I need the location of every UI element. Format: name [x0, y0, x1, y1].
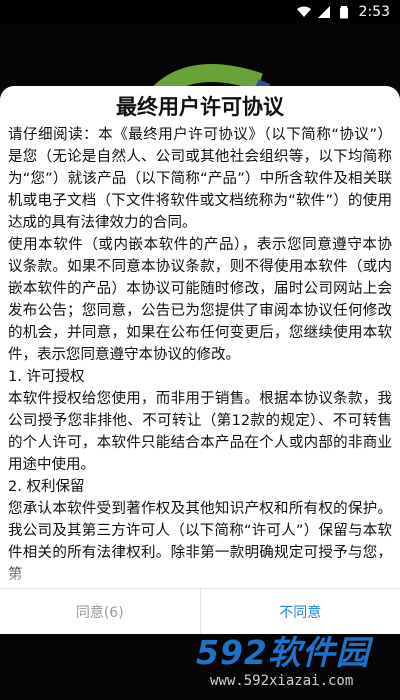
license-section-heading: 2. 权利保留 — [8, 479, 85, 495]
watermark-url: www.592xiazai.com — [210, 673, 354, 689]
license-text[interactable]: 请仔细阅读：本《最终用户许可协议》（以下简称“协议”）是您（无论是自然人、公司或… — [8, 124, 392, 592]
dialog-title: 最终用户许可协议 — [116, 95, 284, 119]
watermark-title: 592软件园 — [196, 633, 370, 672]
disagree-button[interactable]: 不同意 — [201, 589, 400, 634]
status-bar: 2:53 — [0, 0, 400, 24]
watermark: 592软件园 www.592xiazai.com — [196, 634, 396, 696]
signal-icon — [317, 6, 330, 18]
license-section-heading: 1. 许可授权 — [8, 369, 85, 385]
dialog-footer: 同意(6) 不同意 — [0, 588, 400, 634]
wifi-icon — [296, 6, 311, 17]
license-paragraph: 本软件授权给您使用，而非用于销售。根据本协议条款，我公司授予您非排他、不可转让（… — [8, 391, 392, 473]
license-paragraph: 使用本软件（或内嵌本软件的产品），表示您同意遵守本协议条款。如果不同意本协议条款… — [8, 237, 392, 363]
license-dialog: 最终用户许可协议 请仔细阅读：本《最终用户许可协议》（以下简称“协议”）是您（无… — [0, 86, 400, 634]
status-time: 2:53 — [358, 4, 390, 20]
battery-icon — [339, 6, 348, 19]
license-paragraph: 请仔细阅读：本《最终用户许可协议》（以下简称“协议”）是您（无论是自然人、公司或… — [8, 127, 392, 231]
agree-button[interactable]: 同意(6) — [0, 589, 201, 634]
